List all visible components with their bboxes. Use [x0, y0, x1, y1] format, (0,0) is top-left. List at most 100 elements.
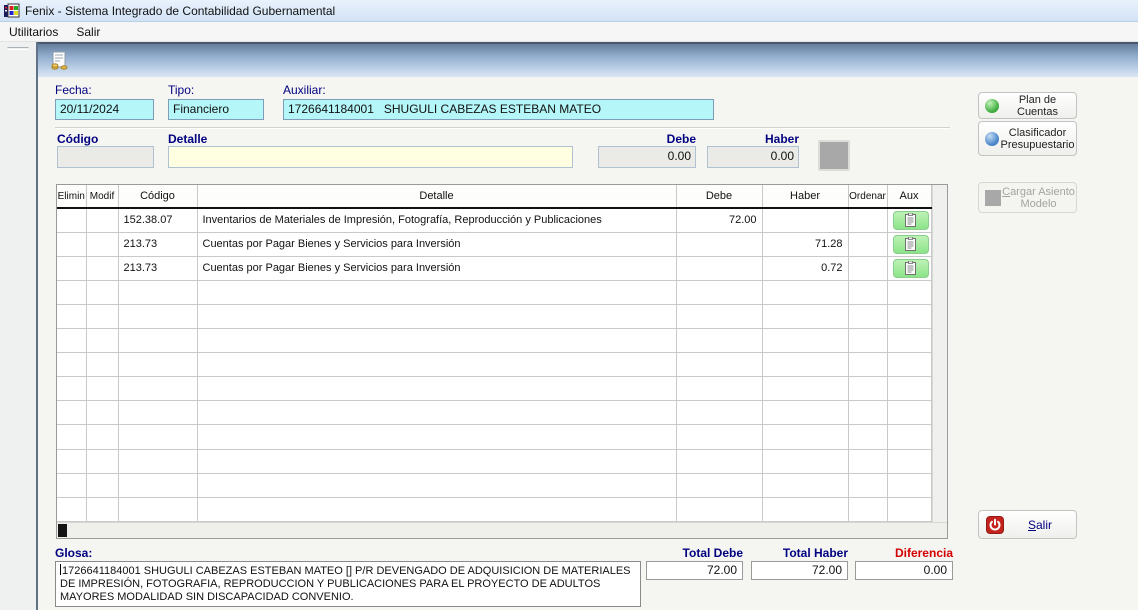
scrollbar-thumb[interactable]	[58, 524, 67, 537]
cell-modif	[86, 401, 118, 425]
cell-haber	[762, 473, 848, 497]
menu-bar: Utilitarios Salir	[0, 22, 1138, 42]
tipo-input[interactable]: Financiero	[168, 99, 264, 120]
fecha-input[interactable]: 20/11/2024	[55, 99, 154, 120]
cell-haber	[762, 304, 848, 328]
cell-modif	[86, 280, 118, 304]
table-row[interactable]	[57, 280, 931, 304]
header-elimin[interactable]: Elimin	[57, 185, 86, 208]
aux-button[interactable]	[893, 259, 929, 278]
document-icon	[905, 261, 916, 275]
table-row[interactable]: 213.73 Cuentas por Pagar Bienes y Servic…	[57, 256, 931, 280]
header-haber[interactable]: Haber	[762, 185, 848, 208]
cell-debe	[676, 280, 762, 304]
cell-elimin	[57, 208, 86, 232]
menu-salir[interactable]: Salir	[67, 23, 109, 41]
cell-debe: 72.00	[676, 208, 762, 232]
codigo-input[interactable]	[57, 146, 154, 168]
menu-utilitarios[interactable]: Utilitarios	[0, 23, 67, 41]
cell-modif	[86, 497, 118, 521]
auxiliar-input[interactable]: 1726641184001 SHUGULI CABEZAS ESTEBAN MA…	[283, 99, 714, 120]
cell-modif	[86, 449, 118, 473]
cell-ordenar	[848, 377, 887, 401]
total-haber-field: 72.00	[751, 561, 848, 580]
cell-codigo	[118, 329, 197, 353]
cell-detalle	[197, 473, 676, 497]
cell-codigo	[118, 473, 197, 497]
cell-haber: 71.28	[762, 232, 848, 256]
table-row[interactable]	[57, 377, 931, 401]
cell-codigo	[118, 304, 197, 328]
debe-input[interactable]: 0.00	[598, 146, 696, 168]
cell-ordenar	[848, 208, 887, 232]
tipo-label: Tipo:	[168, 83, 194, 97]
header-detalle[interactable]: Detalle	[197, 185, 676, 208]
aux-button[interactable]	[893, 235, 929, 254]
cell-detalle	[197, 280, 676, 304]
clasificador-presupuestario-button[interactable]: Clasificador Presupuestario	[978, 121, 1077, 156]
document-coins-icon	[48, 50, 70, 72]
table-row[interactable]	[57, 425, 931, 449]
document-icon	[905, 213, 916, 227]
salir-button[interactable]: Salir	[978, 510, 1077, 539]
table-row[interactable]	[57, 304, 931, 328]
form-content: Fecha: Tipo: Auxiliar: 20/11/2024 Financ…	[38, 77, 1138, 610]
cell-aux	[887, 425, 931, 449]
cell-modif	[86, 304, 118, 328]
cell-codigo	[118, 377, 197, 401]
green-sphere-icon	[985, 99, 999, 113]
entry-gray-button[interactable]	[818, 140, 850, 171]
table-row[interactable]: 213.73 Cuentas por Pagar Bienes y Servic…	[57, 232, 931, 256]
cell-debe	[676, 329, 762, 353]
splitter-grip[interactable]	[7, 47, 29, 50]
horizontal-scrollbar[interactable]	[57, 522, 947, 538]
table-row[interactable]	[57, 329, 931, 353]
haber-input[interactable]: 0.00	[707, 146, 799, 168]
aux-button[interactable]	[893, 211, 929, 230]
cell-aux	[887, 256, 931, 280]
debe-label: Debe	[598, 132, 696, 146]
cell-haber	[762, 353, 848, 377]
table-row[interactable]: 152.38.07 Inventarios de Materiales de I…	[57, 208, 931, 232]
table-row[interactable]	[57, 497, 931, 521]
cell-haber	[762, 208, 848, 232]
cargar-asiento-modelo-button[interactable]: Cargar Asiento Modelo	[978, 182, 1077, 213]
cell-modif	[86, 353, 118, 377]
table-row[interactable]	[57, 449, 931, 473]
text-caret	[60, 564, 61, 575]
header-aux[interactable]: Aux	[887, 185, 931, 208]
fecha-label: Fecha:	[55, 83, 92, 97]
cell-debe	[676, 232, 762, 256]
cell-haber	[762, 449, 848, 473]
cell-modif	[86, 377, 118, 401]
header-debe[interactable]: Debe	[676, 185, 762, 208]
cell-debe	[676, 256, 762, 280]
table-row[interactable]	[57, 353, 931, 377]
table-row[interactable]	[57, 473, 931, 497]
detalle-input[interactable]	[168, 146, 573, 168]
cell-elimin	[57, 473, 86, 497]
total-debe-label: Total Debe	[646, 546, 743, 560]
header-modif[interactable]: Modif	[86, 185, 118, 208]
cell-ordenar	[848, 256, 887, 280]
header-ordenar[interactable]: Ordenar	[848, 185, 887, 208]
glosa-textarea[interactable]: 1726641184001 SHUGULI CABEZAS ESTEBAN MA…	[55, 561, 641, 607]
plan-de-cuentas-button[interactable]: Plan de Cuentas	[978, 92, 1077, 119]
cell-codigo: 213.73	[118, 256, 197, 280]
toolbar	[38, 42, 1138, 77]
header-codigo[interactable]: Código	[118, 185, 197, 208]
cell-ordenar	[848, 304, 887, 328]
cell-elimin	[57, 232, 86, 256]
cell-haber	[762, 497, 848, 521]
salir-label: Salir	[1004, 519, 1076, 531]
left-splitter-panel[interactable]	[0, 42, 36, 610]
toolbar-journal-button[interactable]	[46, 49, 72, 75]
table-row[interactable]	[57, 401, 931, 425]
gray-square-icon	[985, 190, 1001, 206]
cell-aux	[887, 232, 931, 256]
cell-codigo	[118, 425, 197, 449]
cell-elimin	[57, 353, 86, 377]
cell-detalle	[197, 497, 676, 521]
vertical-scrollbar[interactable]	[932, 185, 948, 522]
glosa-text: 1726641184001 SHUGULI CABEZAS ESTEBAN MA…	[60, 565, 631, 603]
